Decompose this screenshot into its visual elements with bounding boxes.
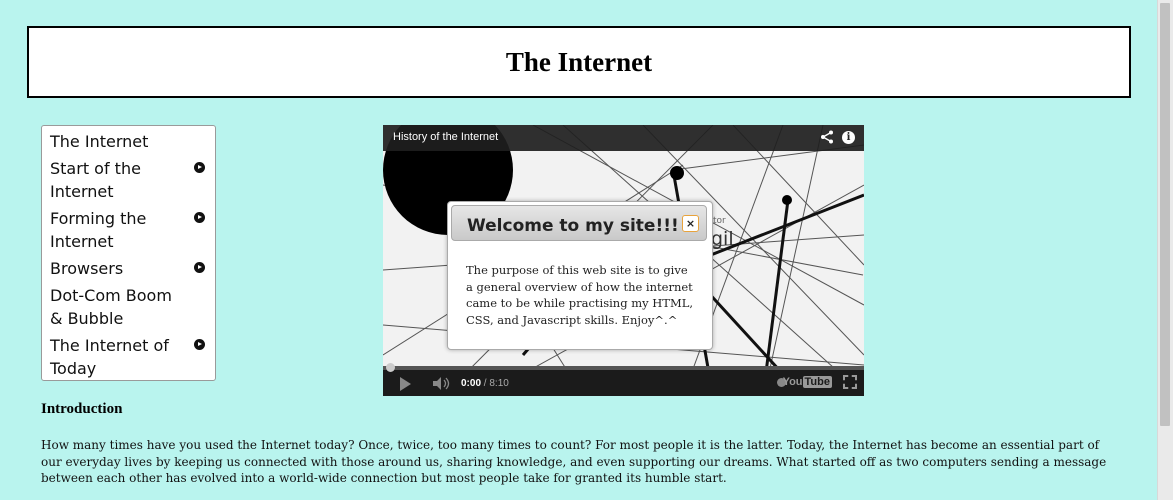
scrollbar-thumb[interactable]	[1160, 3, 1170, 426]
intro-heading: Introduction	[41, 401, 123, 417]
duration: / 8:10	[483, 378, 509, 389]
menu-item-label: Start of the Internet	[50, 159, 141, 201]
video-title[interactable]: History of the Internet	[393, 131, 498, 143]
menu-item-internet-of-today[interactable]: The Internet of Today	[50, 334, 207, 380]
menu-item-start-of-the-internet[interactable]: Start of the Internet	[50, 157, 207, 203]
video-time: 0:00 / 8:10	[461, 378, 509, 389]
intro-paragraph: How many times have you used the Interne…	[41, 438, 1107, 485]
close-button[interactable]: ×	[682, 215, 699, 232]
menu-item-label: The Internet of Today	[50, 336, 169, 378]
menu-item-label: The Internet	[50, 132, 149, 151]
volume-icon[interactable]	[433, 377, 451, 390]
youtube-logo-tube: Tube	[802, 376, 832, 388]
menu-item-label: Forming the Internet	[50, 209, 147, 251]
fullscreen-icon[interactable]	[843, 375, 857, 389]
page: The Internet The Internet Start of the I…	[0, 0, 1158, 500]
current-time: 0:00	[461, 378, 482, 389]
menu-item-browsers[interactable]: Browsers	[50, 257, 207, 280]
play-icon[interactable]	[400, 377, 411, 391]
menu-item-label: Browsers	[50, 259, 124, 278]
welcome-dialog: Welcome to my site!!! × The purpose of t…	[447, 201, 713, 350]
youtube-logo-you: You	[782, 376, 803, 388]
share-icon[interactable]	[820, 130, 834, 144]
youtube-logo[interactable]: You Tube	[783, 376, 832, 388]
submenu-arrow-icon	[194, 339, 205, 350]
submenu-arrow-icon	[194, 262, 205, 273]
dialog-body: The purpose of this web site is to give …	[466, 263, 694, 327]
thumbnail-text-small: tor	[713, 216, 726, 226]
video-topbar: History of the Internet i	[383, 125, 864, 151]
dialog-title: Welcome to my site!!!	[467, 216, 679, 236]
menu-item-the-internet[interactable]: The Internet	[50, 130, 207, 153]
menu-item-forming-the-internet[interactable]: Forming the Internet	[50, 207, 207, 253]
video-progress-bar[interactable]	[383, 363, 864, 372]
video-controls: 0:00 / 8:10 You Tube	[383, 363, 864, 396]
page-title: The Internet	[505, 46, 653, 77]
progress-handle[interactable]	[386, 363, 395, 372]
thumbnail-text-large: gil	[711, 228, 734, 250]
nav-menu: The Internet Start of the Internet Formi…	[41, 125, 216, 381]
info-icon[interactable]: i	[842, 131, 855, 144]
page-scrollbar[interactable]	[1157, 0, 1173, 500]
submenu-arrow-icon	[194, 212, 205, 223]
menu-item-dot-com-boom[interactable]: Dot-Com Boom & Bubble	[50, 284, 207, 330]
dialog-header: Welcome to my site!!! ×	[451, 205, 707, 241]
menu-item-label: Dot-Com Boom & Bubble	[50, 286, 172, 328]
page-header: The Internet	[27, 26, 1131, 98]
submenu-arrow-icon	[194, 162, 205, 173]
